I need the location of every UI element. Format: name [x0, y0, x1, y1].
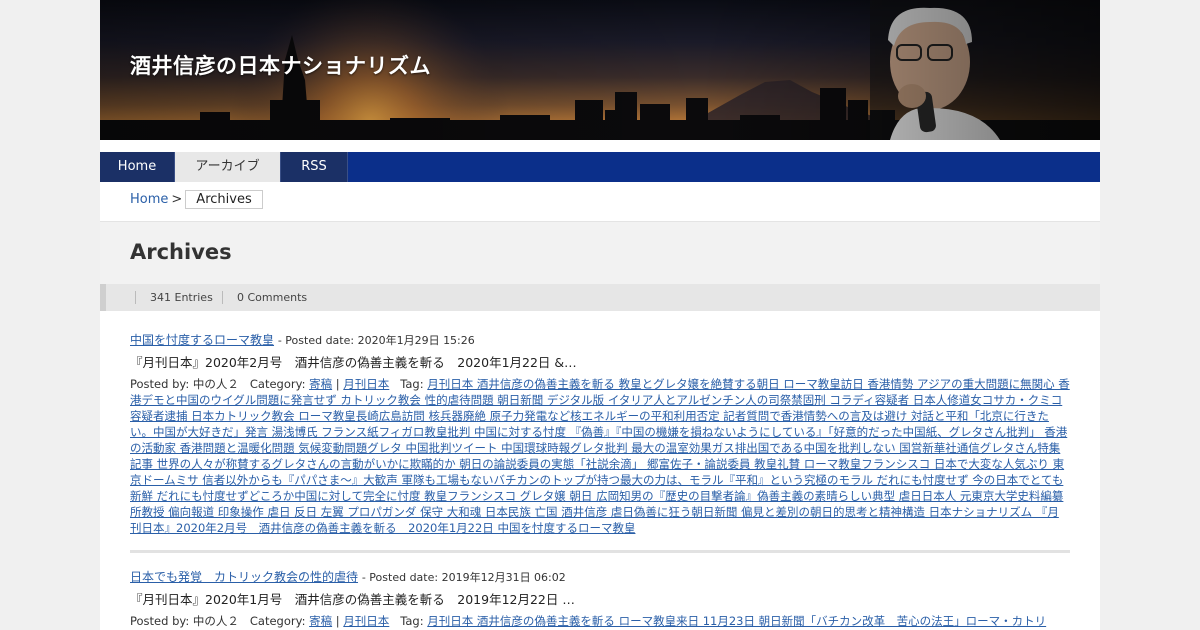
posted-by-label: Posted by:: [130, 614, 190, 628]
category-label: Category:: [249, 614, 306, 628]
entry-excerpt: 『月刊日本』2020年1月号 酒井信彦の偽善主義を斬る 2019年12月22日 …: [130, 592, 575, 607]
category-label: Category:: [249, 377, 306, 391]
tag-links[interactable]: 月刊日本 酒井信彦の偽善主義を斬る 教皇とグレタ嬢を絶賛する朝日 ローマ教皇訪日…: [130, 377, 1070, 535]
comments-count: 0 Comments: [222, 291, 307, 304]
breadcrumb-separator: >: [171, 192, 183, 207]
page-title: Archives: [130, 240, 232, 264]
entry-title-link[interactable]: 中国を忖度するローマ教皇: [130, 333, 274, 347]
entry-title-link[interactable]: 日本でも発覚 カトリック教会の性的虐待: [130, 570, 358, 584]
breadcrumb-current: Archives: [185, 190, 263, 209]
header-banner: 酒井信彦の日本ナショナリズム: [100, 0, 1100, 140]
tag-label: Tag:: [400, 614, 424, 628]
entry-divider: [130, 550, 1070, 553]
entry-title-line: 日本でも発覚 カトリック教会の性的虐待 - Posted date: 2019年…: [130, 569, 1070, 586]
category-link[interactable]: 寄稿: [309, 377, 332, 391]
archive-entry: 中国を忖度するローマ教皇 - Posted date: 2020年1月29日 1…: [130, 332, 1070, 536]
breadcrumb: Home > Archives: [130, 190, 263, 210]
breadcrumb-home-link[interactable]: Home: [130, 192, 168, 207]
category-link[interactable]: 寄稿: [309, 614, 332, 628]
site-title[interactable]: 酒井信彦の日本ナショナリズム: [130, 50, 431, 80]
entry-posted-date: - Posted date: 2020年1月29日 15:26: [277, 334, 475, 347]
entry-meta: Posted by: 中の人２ Category: 寄稿 | 月刊日本 Tag:…: [130, 614, 1047, 628]
nav-rss[interactable]: RSS: [281, 152, 348, 182]
entries-count: 341 Entries: [135, 291, 213, 304]
page-wrapper: 酒井信彦の日本ナショナリズム Home アーカイブ RSS Home > Archi…: [100, 0, 1100, 630]
entry-author: 中の人２: [192, 377, 239, 391]
entry-title-line: 中国を忖度するローマ教皇 - Posted date: 2020年1月29日 1…: [130, 332, 1070, 349]
main-nav: Home アーカイブ RSS: [100, 152, 1100, 182]
entry-author: 中の人２: [192, 614, 239, 628]
tag-links[interactable]: 月刊日本 酒井信彦の偽善主義を斬る ローマ教皇来日 11月23日 朝日新聞「バチ…: [427, 614, 1046, 628]
nav-archive[interactable]: アーカイブ: [175, 152, 281, 182]
archive-entry: 日本でも発覚 カトリック教会の性的虐待 - Posted date: 2019年…: [130, 569, 1070, 629]
archives-header: Archives: [100, 221, 1100, 284]
tag-label: Tag:: [400, 377, 424, 391]
category-link[interactable]: 月刊日本: [343, 614, 389, 628]
entry-posted-date: - Posted date: 2019年12月31日 06:02: [361, 571, 566, 584]
entry-excerpt: 『月刊日本』2020年2月号 酒井信彦の偽善主義を斬る 2020年1月22日 &…: [130, 355, 577, 370]
archive-stats-bar: 341 Entries 0 Comments: [100, 284, 1100, 311]
posted-by-label: Posted by:: [130, 377, 190, 391]
nav-home[interactable]: Home: [100, 152, 175, 182]
category-link[interactable]: 月刊日本: [343, 377, 389, 391]
entry-meta: Posted by: 中の人２ Category: 寄稿 | 月刊日本 Tag:…: [130, 377, 1070, 535]
